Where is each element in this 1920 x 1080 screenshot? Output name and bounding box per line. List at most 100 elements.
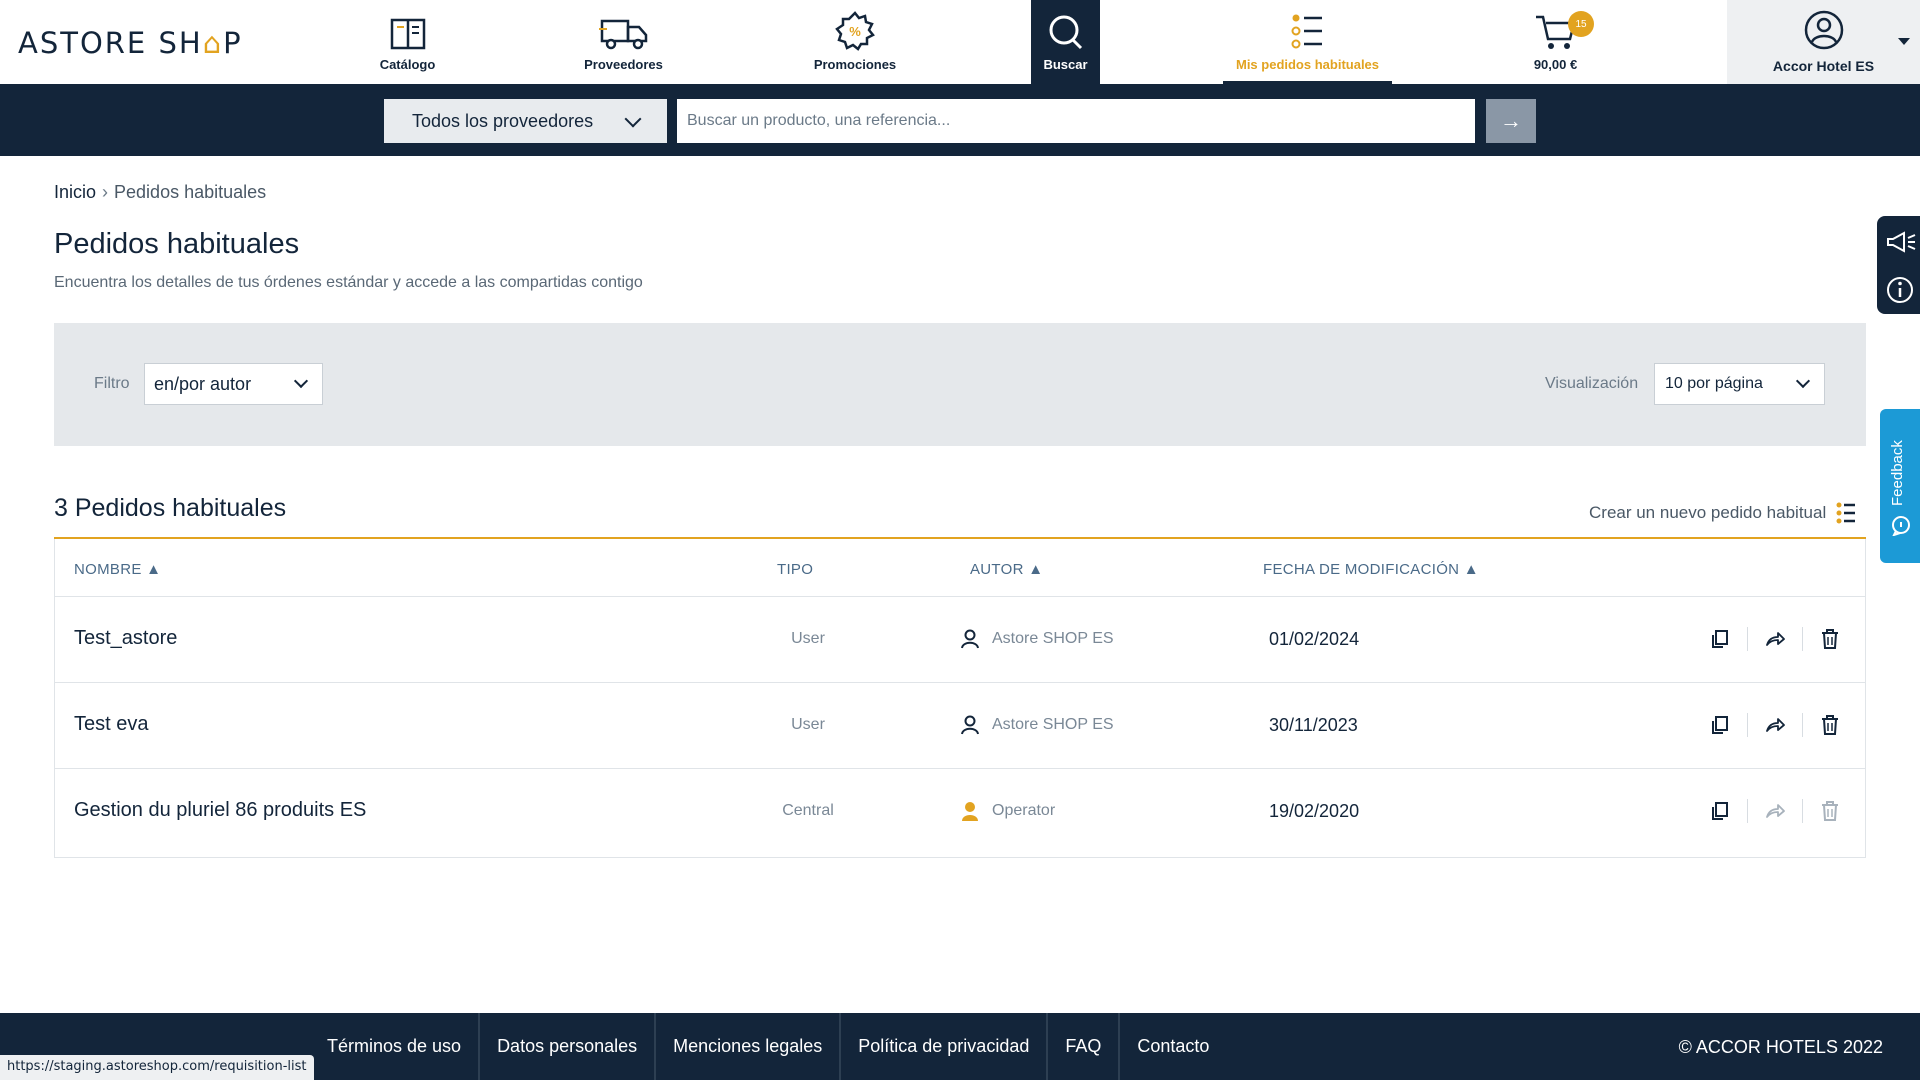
search-input[interactable] — [677, 99, 1475, 143]
footer-links: Términos de uso Datos personales Mencion… — [310, 1013, 1226, 1080]
status-bar-url: https://staging.astoreshop.com/requisiti… — [0, 1055, 314, 1080]
copy-icon — [1712, 802, 1728, 820]
footer-link-faq[interactable]: FAQ — [1048, 1013, 1121, 1080]
search-bar: Todos los proveedores → — [0, 84, 1920, 156]
row-name-link[interactable]: Test eva — [74, 713, 148, 736]
copyright: © ACCOR HOTELS 2022 — [1678, 1037, 1883, 1057]
action-divider — [1747, 799, 1748, 823]
table-header: NOMBRE ▲ TIPO AUTOR ▲ FECHA DE MODIFICAC… — [55, 539, 1865, 597]
truck-icon — [598, 19, 647, 50]
column-author-header[interactable]: AUTOR ▲ — [970, 561, 1043, 578]
page-subtitle: Encuentra los detalles de tus órdenes es… — [54, 274, 643, 291]
chat-bubble-icon — [1892, 516, 1910, 536]
row-type: User — [791, 716, 825, 733]
copy-icon — [1712, 716, 1728, 734]
user-icon — [961, 629, 979, 649]
column-date-header[interactable]: FECHA DE MODIFICACIÓN ▲ — [1263, 561, 1479, 578]
row-date: 30/11/2023 — [1269, 715, 1358, 735]
trash-icon — [1822, 715, 1838, 735]
table-row: Test eva User Astore SHOP ES 30/11/2023 — [55, 683, 1865, 769]
create-requisition-list-link[interactable]: Crear un nuevo pedido habitual — [1589, 502, 1856, 524]
row-author: Astore SHOP ES — [960, 715, 1114, 735]
megaphone-icon[interactable] — [1885, 230, 1917, 254]
table-row: Test_astore User Astore SHOP ES 01/02/20… — [55, 597, 1865, 683]
list-icon — [1291, 14, 1322, 49]
column-type-header: TIPO — [777, 561, 814, 578]
view-label: Visualización — [1545, 375, 1639, 392]
book-icon — [390, 18, 425, 50]
row-author: Astore SHOP ES — [960, 629, 1114, 649]
row-name-link[interactable]: Gestion du pluriel 86 produits ES — [74, 799, 366, 822]
action-divider — [1747, 627, 1748, 651]
trash-icon — [1822, 801, 1838, 821]
breadcrumb-separator: › — [102, 182, 109, 202]
duplicate-button[interactable] — [1705, 797, 1735, 825]
nav-my-orders[interactable]: Mis pedidos habituales — [1223, 0, 1392, 84]
nav-search[interactable]: Buscar — [1031, 0, 1100, 84]
side-panel-tab — [1877, 216, 1920, 314]
row-actions — [1705, 625, 1845, 653]
chevron-down-icon[interactable] — [1898, 38, 1910, 45]
row-actions — [1705, 711, 1845, 739]
user-circle-icon — [1804, 10, 1843, 50]
row-actions — [1705, 797, 1845, 825]
svg-text:%: % — [849, 24, 861, 39]
row-date: 19/02/2020 — [1269, 801, 1360, 821]
share-button[interactable] — [1760, 625, 1790, 653]
nav-catalog[interactable]: Catálogo — [365, 0, 450, 84]
filter-panel: Filtro en/por autor Visualización 10 por… — [54, 323, 1866, 446]
page-title: Pedidos habituales — [54, 228, 300, 260]
share-arrow-icon — [1766, 718, 1785, 732]
feedback-tab[interactable]: Feedback — [1880, 409, 1920, 563]
action-divider — [1802, 713, 1803, 737]
filter-dropdown[interactable]: en/por autor — [144, 363, 323, 405]
chevron-down-icon — [1795, 373, 1811, 389]
breadcrumb-home-link[interactable]: Inicio — [54, 182, 96, 202]
filter-label: Filtro — [94, 375, 130, 392]
nav-providers[interactable]: Proveedores — [576, 0, 671, 84]
footer-link-legal-notices[interactable]: Menciones legales — [656, 1013, 842, 1080]
share-button-disabled — [1760, 797, 1790, 825]
row-date: 01/02/2024 — [1269, 629, 1360, 649]
duplicate-button[interactable] — [1705, 625, 1735, 653]
action-divider — [1802, 799, 1803, 823]
chevron-down-icon — [293, 373, 309, 389]
breadcrumb-current: Pedidos habituales — [114, 182, 267, 202]
footer-link-contact[interactable]: Contacto — [1120, 1013, 1226, 1080]
provider-dropdown[interactable]: Todos los proveedores — [384, 99, 667, 143]
share-arrow-icon — [1766, 632, 1785, 646]
shopping-bag-logo-icon: ⌂ — [202, 26, 224, 60]
user-icon — [961, 715, 979, 735]
row-type: Central — [782, 802, 834, 819]
footer-link-personal-data[interactable]: Datos personales — [480, 1013, 657, 1080]
delete-button[interactable] — [1815, 711, 1845, 739]
duplicate-button[interactable] — [1705, 711, 1735, 739]
per-page-dropdown[interactable]: 10 por página — [1654, 363, 1825, 405]
account-menu[interactable]: Accor Hotel ES — [1727, 0, 1920, 84]
delete-button[interactable] — [1815, 625, 1845, 653]
delete-button-disabled — [1815, 797, 1845, 825]
action-divider — [1802, 627, 1803, 651]
row-type: User — [791, 630, 825, 647]
cart-count-badge: 15 — [1568, 11, 1594, 37]
row-name-link[interactable]: Test_astore — [74, 627, 177, 650]
column-name-header[interactable]: NOMBRE ▲ — [74, 561, 161, 578]
copy-icon — [1712, 630, 1728, 648]
trash-icon — [1822, 629, 1838, 649]
table-row: Gestion du pluriel 86 produits ES Centra… — [55, 769, 1865, 855]
search-submit-button[interactable]: → — [1486, 99, 1536, 143]
footer-link-privacy[interactable]: Política de privacidad — [841, 1013, 1049, 1080]
nav-promotions[interactable]: % Promociones — [800, 0, 910, 84]
search-icon — [1049, 15, 1082, 50]
requisition-table: NOMBRE ▲ TIPO AUTOR ▲ FECHA DE MODIFICAC… — [54, 539, 1866, 858]
info-icon[interactable] — [1886, 276, 1914, 304]
footer-link-terms[interactable]: Términos de uso — [310, 1013, 481, 1080]
astore-shop-logo[interactable]: ASTORE SH⌂P — [18, 26, 243, 60]
share-button[interactable] — [1760, 711, 1790, 739]
list-icon — [1836, 502, 1856, 524]
share-arrow-icon — [1766, 804, 1785, 818]
action-divider — [1747, 713, 1748, 737]
breadcrumb: Inicio › Pedidos habituales — [54, 182, 266, 203]
chevron-down-icon — [624, 110, 642, 128]
percent-badge-icon: % — [835, 11, 875, 51]
